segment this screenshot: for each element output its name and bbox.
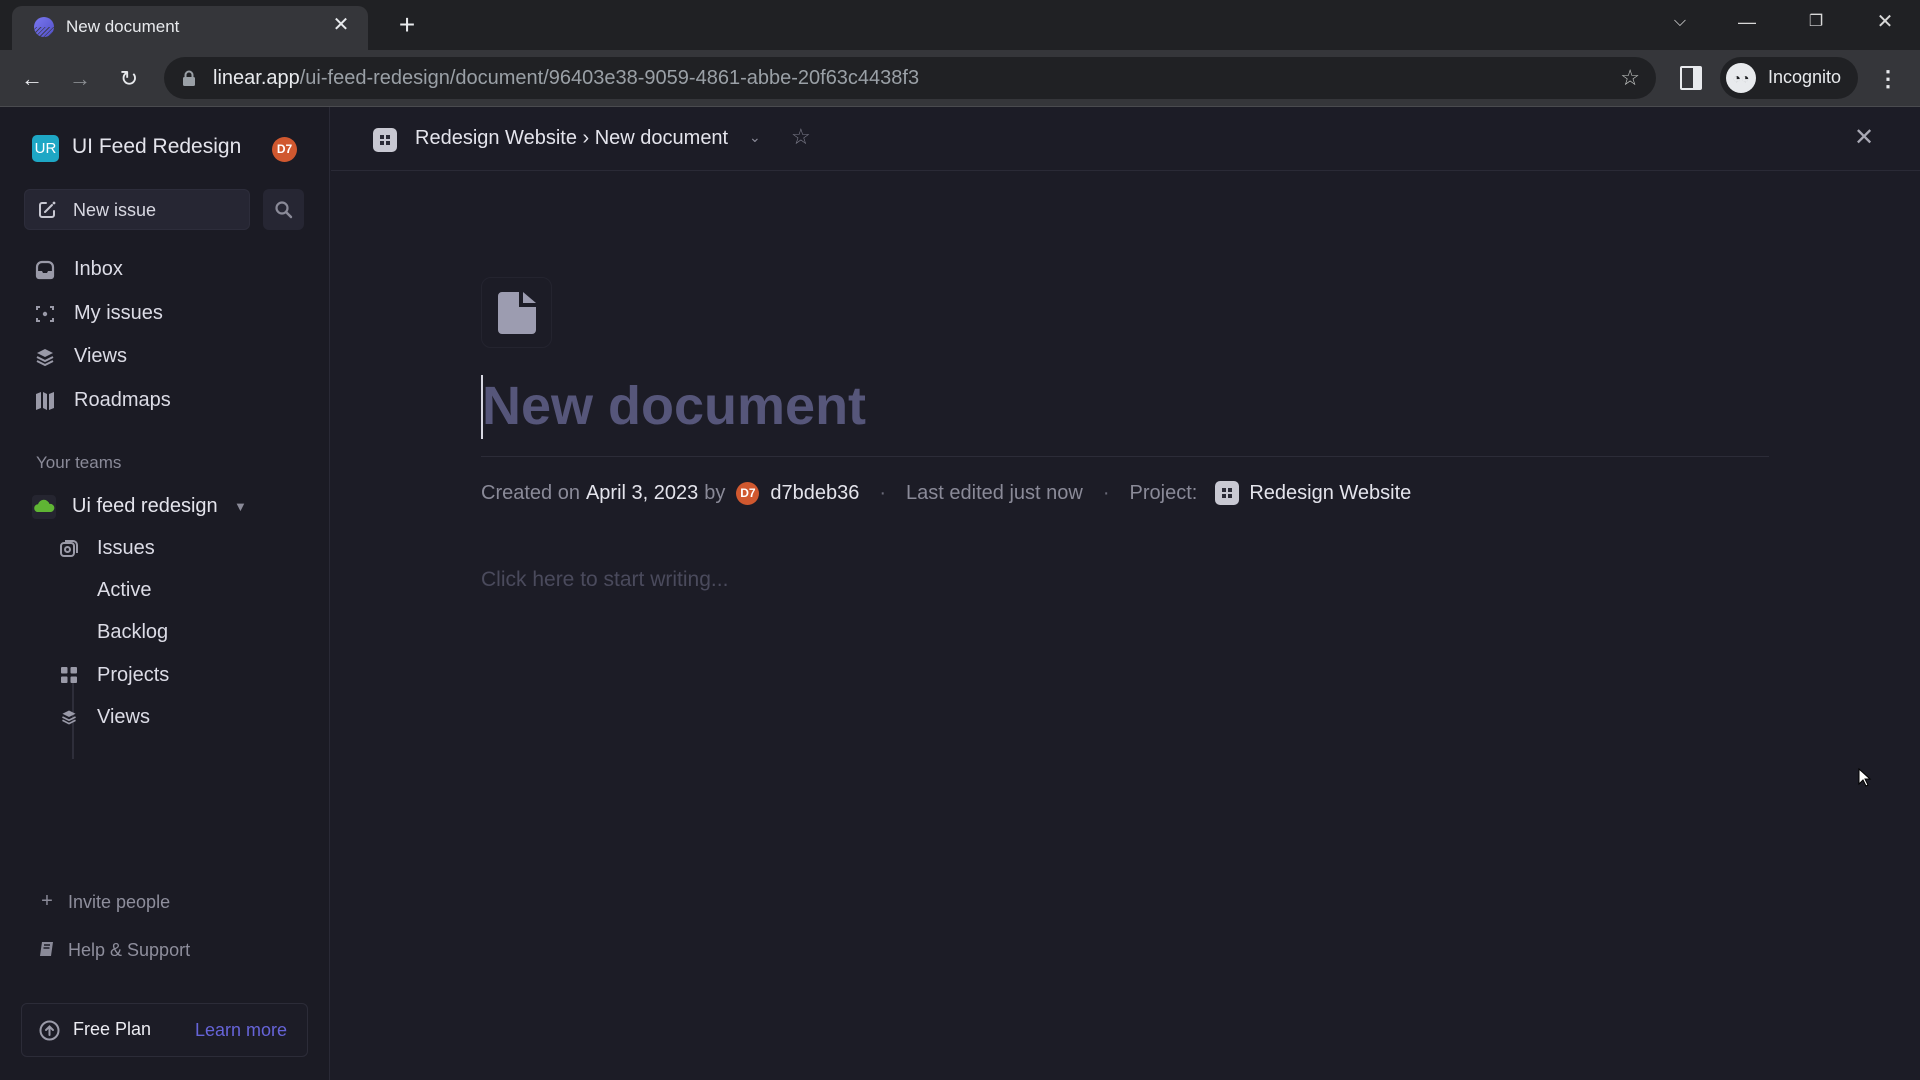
sidebar-item-views[interactable]: Views [24,337,306,375]
team-name: Ui feed redesign [72,495,218,517]
tab-title: New document [66,17,180,36]
address-bar[interactable]: linear.app/ui-feed-redesign/document/964… [164,57,1656,99]
tab-search-chevron-icon[interactable]: ⌵ [1660,6,1700,38]
sidebar-item-label: Roadmaps [74,389,171,411]
workspace-logo[interactable]: UR [32,135,59,162]
caret-down-icon[interactable]: ▼ [234,499,247,514]
projects-grid-icon [61,667,77,683]
team-ui-feed-redesign[interactable]: Ui feed redesign ▼ [28,489,308,525]
team-item-views[interactable]: Views [48,699,306,735]
by-label: by [704,481,726,504]
linear-favicon-icon [34,17,54,37]
minimize-button[interactable]: — [1727,6,1767,38]
favorite-star-icon[interactable]: ☆ [791,124,811,150]
document-icon-picker[interactable] [481,277,552,348]
map-icon [36,392,54,410]
help-support-label: Help & Support [68,940,191,960]
document-editor: Redesign Website › New document ⌄ ☆ ✕ Ne… [331,107,1920,1080]
document-header: Redesign Website › New document ⌄ ☆ ✕ [331,107,1920,171]
free-plan-banner: Free Plan Learn more [21,1003,308,1057]
free-plan-label: Free Plan [73,1019,152,1039]
separator-dot: · [879,481,887,504]
sidebar: UR UI Feed Redesign D7 New issue Inbox M… [0,107,330,1080]
book-icon [40,942,53,956]
mouse-pointer-icon [1858,768,1872,787]
team-item-issues[interactable]: Issues [48,530,306,566]
side-panel-icon[interactable] [1680,66,1702,90]
team-item-active[interactable]: Active [48,572,306,608]
team-item-label: Issues [97,537,155,559]
created-prefix: Created on [481,481,580,504]
url-text: linear.app/ui-feed-redesign/document/964… [213,67,920,89]
compose-icon [39,201,56,218]
plus-icon: + [41,890,53,912]
restore-button[interactable]: ❐ [1796,6,1836,38]
author-name[interactable]: d7bdeb36 [770,482,859,505]
project-label: Project: [1129,481,1198,504]
workspace-name[interactable]: UI Feed Redesign [72,135,241,159]
team-item-label: Views [97,706,150,728]
team-item-label: Active [97,579,152,601]
incognito-icon: ◔◔ [1726,63,1756,93]
browser-toolbar: ← → ↻ linear.app/ui-feed-redesign/docume… [0,50,1920,107]
document-meta: Created on April 3, 2023 by D7 d7bdeb36 … [481,481,1411,505]
author-avatar: D7 [736,481,760,505]
search-icon [275,201,293,219]
browser-tab-bar: New document ✕ + ⌵ — ❐ ✕ [0,0,1920,50]
window-close-button[interactable]: ✕ [1865,6,1905,38]
new-tab-button[interactable]: + [392,8,422,42]
sidebar-item-inbox[interactable]: Inbox [24,250,306,288]
sidebar-item-label: Inbox [74,258,123,280]
layers-icon [62,710,76,725]
breadcrumb[interactable]: Redesign Website › New document [415,127,728,150]
chevron-down-icon[interactable]: ⌄ [749,129,761,146]
project-link[interactable]: Redesign Website [1249,482,1411,505]
search-button[interactable] [263,189,304,230]
title-divider [481,456,1769,457]
sidebar-item-my-issues[interactable]: My issues [24,294,306,332]
sidebar-item-label: My issues [74,302,163,324]
project-icon [373,128,397,152]
document-title-input[interactable]: New document [482,375,866,437]
project-icon [1215,481,1240,505]
incognito-profile-button[interactable]: ◔◔ Incognito [1720,57,1858,99]
forward-button[interactable]: → [63,62,97,96]
lock-icon [183,70,195,86]
upgrade-arrow-icon [39,1020,60,1041]
document-icon [498,292,536,334]
cloud-icon [32,495,56,519]
my-issues-icon [36,306,54,322]
invite-people-label: Invite people [68,892,171,912]
team-item-backlog[interactable]: Backlog [48,614,306,650]
new-issue-button[interactable]: New issue [24,189,250,230]
teams-heading[interactable]: Your teams [36,453,121,473]
separator-dot: · [1102,481,1110,504]
inbox-icon [35,260,55,280]
sidebar-item-roadmaps[interactable]: Roadmaps [24,381,306,419]
document-body-editor[interactable]: Click here to start writing... [481,568,728,592]
learn-more-link[interactable]: Learn more [195,1020,287,1041]
bookmark-star-icon[interactable]: ☆ [1620,65,1640,91]
browser-menu-icon[interactable]: ⋮ [1876,62,1900,96]
team-item-projects[interactable]: Projects [48,657,306,693]
issues-icon [60,540,78,557]
new-issue-label: New issue [73,200,157,220]
user-avatar[interactable]: D7 [272,137,297,162]
last-edited: Last edited just now [906,481,1083,504]
layers-icon [36,349,54,367]
team-item-label: Projects [97,664,170,686]
reload-button[interactable]: ↻ [112,62,146,96]
team-item-label: Backlog [97,621,169,643]
browser-tab[interactable]: New document ✕ [12,6,368,50]
created-date: April 3, 2023 [585,481,699,504]
tab-close-icon[interactable]: ✕ [328,12,354,38]
back-button[interactable]: ← [15,62,49,96]
incognito-label: Incognito [1768,67,1842,87]
sidebar-item-label: Views [74,345,127,367]
close-document-button[interactable]: ✕ [1849,123,1879,153]
